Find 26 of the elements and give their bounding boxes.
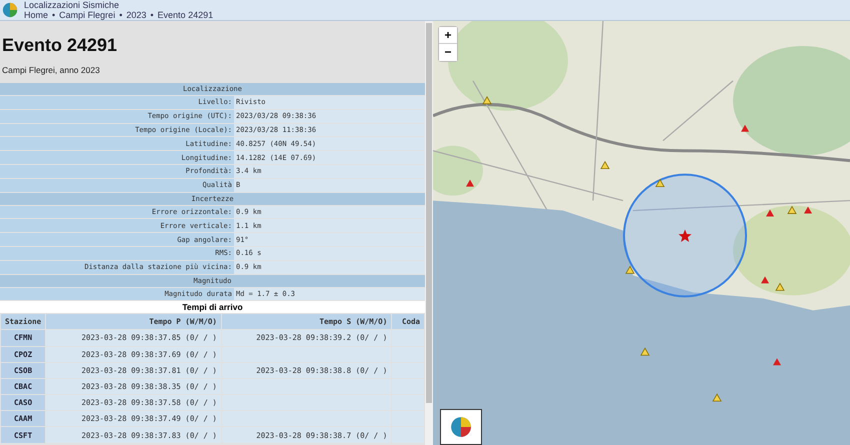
institute-logo-icon xyxy=(440,409,482,445)
event-title: Evento 24291 xyxy=(2,35,118,56)
station-triangle-icon[interactable] xyxy=(773,358,781,366)
app-title: Localizzazioni Sismiche xyxy=(23,0,120,10)
station-triangle-icon[interactable] xyxy=(712,393,722,402)
station-triangle-icon[interactable] xyxy=(482,96,492,104)
station-triangle-icon[interactable] xyxy=(766,210,774,217)
station-triangle-icon[interactable] xyxy=(655,178,665,188)
scrollbar[interactable] xyxy=(425,21,433,445)
breadcrumb-link[interactable]: 2023 xyxy=(126,10,146,20)
station-triangle-icon[interactable] xyxy=(466,180,474,187)
arrivals-title: Tempi di arrivo xyxy=(0,301,425,314)
breadcrumb-separator: • xyxy=(119,10,122,20)
breadcrumb-link[interactable]: Campi Flegrei xyxy=(59,10,116,20)
station-triangle-icon[interactable] xyxy=(741,124,749,132)
breadcrumb-separator: • xyxy=(52,10,56,20)
star-icon[interactable] xyxy=(678,230,692,242)
station-triangle-icon[interactable] xyxy=(625,266,635,274)
station-triangle-icon[interactable] xyxy=(640,347,650,356)
breadcrumb-separator: • xyxy=(150,10,154,20)
globe-logo-icon xyxy=(2,2,18,18)
zoom-in-button[interactable]: + xyxy=(439,27,457,44)
event-subtitle: Campi Flegrei, anno 2023 xyxy=(2,65,101,75)
station-triangle-icon[interactable] xyxy=(600,160,610,170)
breadcrumb-link[interactable]: Home xyxy=(24,10,48,20)
breadcrumb-link[interactable]: Evento 24291 xyxy=(158,10,214,20)
